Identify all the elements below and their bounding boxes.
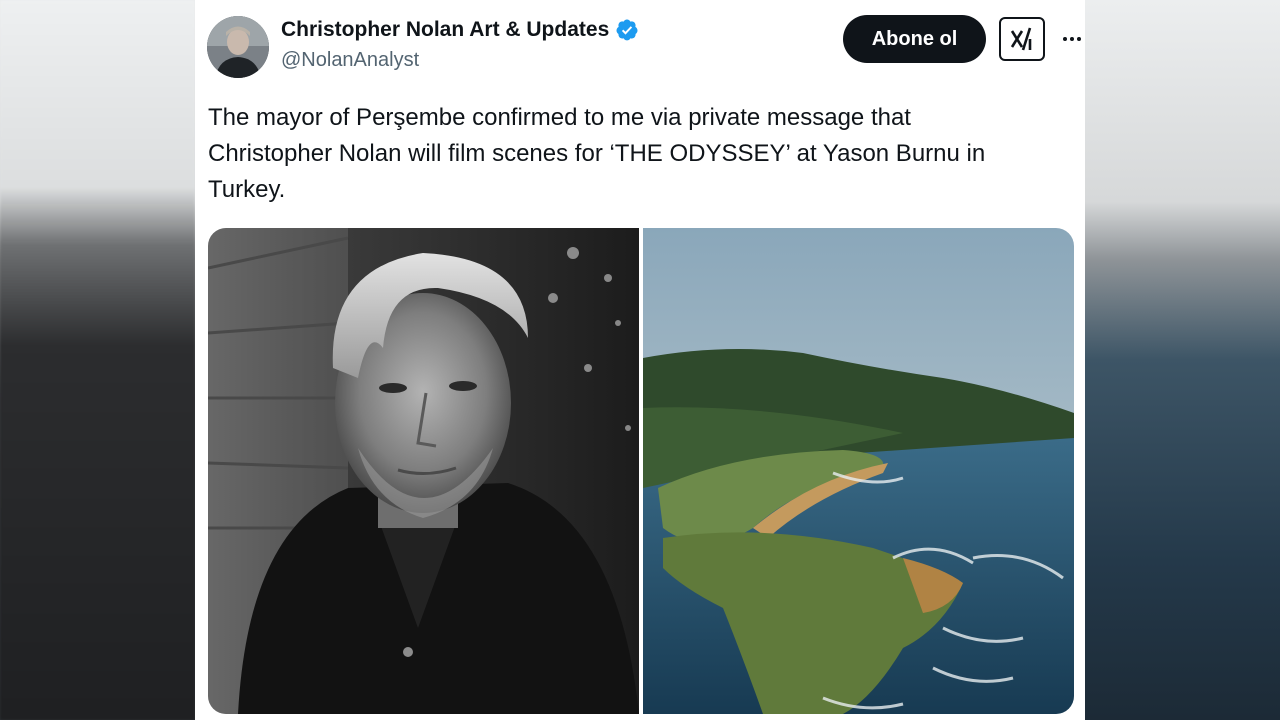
tweet-text: The mayor of Perşembe confirmed to me vi… [208,100,1068,208]
verified-badge-icon [616,19,638,41]
tweet-card: Christopher Nolan Art & Updates @NolanAn… [195,0,1085,720]
grok-logo-icon [1010,27,1032,51]
author-handle[interactable]: @NolanAnalyst [281,49,419,72]
background-left [0,0,195,720]
background-right [1085,0,1280,720]
tweet-text-line: The mayor of Perşembe confirmed to me vi… [208,104,911,131]
author-name-row: Christopher Nolan Art & Updates [281,18,639,42]
tweet-media [208,228,1074,714]
grok-icon[interactable] [999,17,1045,61]
portrait-photo[interactable] [208,228,639,714]
more-options-icon[interactable] [1059,24,1085,54]
author-display-name[interactable]: Christopher Nolan Art & Updates [281,18,609,42]
tweet-header: Christopher Nolan Art & Updates @NolanAn… [207,14,1081,78]
tweet-text-line: Turkey. [208,176,286,203]
tweet-text-line: Christopher Nolan will film scenes for ‘… [208,140,986,167]
avatar[interactable] [207,16,269,78]
follow-button[interactable]: Abone ol [843,15,986,63]
coastline-photo[interactable] [643,228,1074,714]
